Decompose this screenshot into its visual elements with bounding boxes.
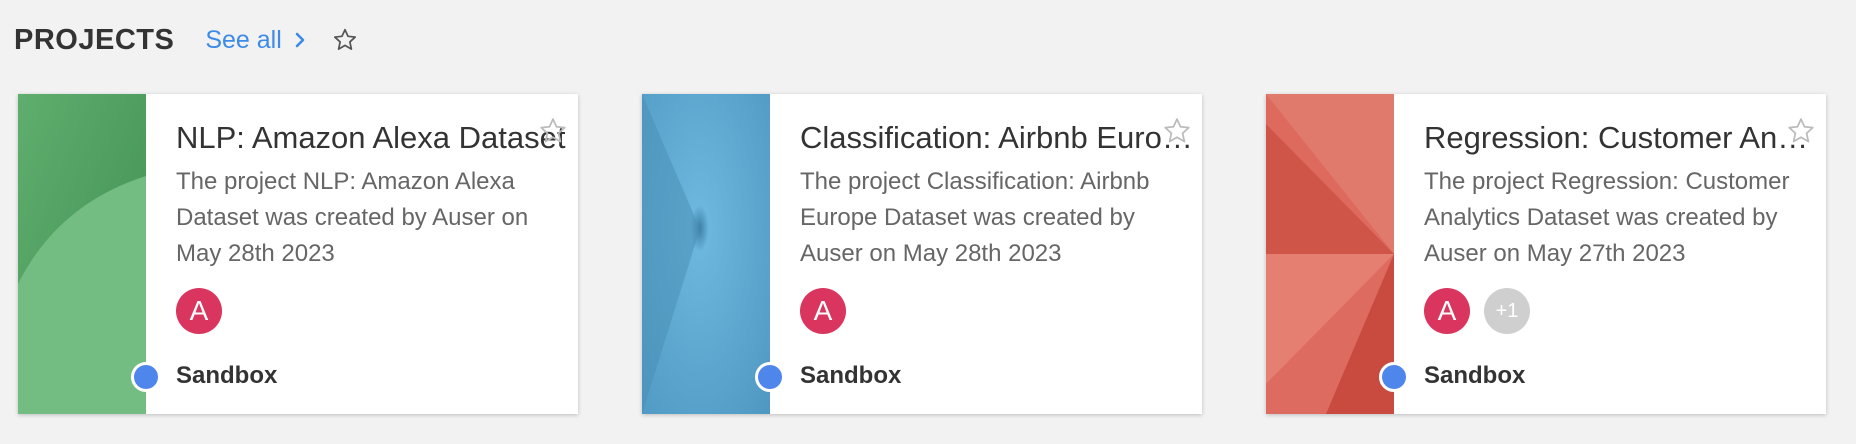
projects-header: PROJECTS See all bbox=[14, 18, 358, 62]
project-title[interactable]: NLP: Amazon Alexa Dataset bbox=[176, 116, 571, 160]
star-outline-icon[interactable] bbox=[1162, 116, 1192, 151]
project-card[interactable]: NLP: Amazon Alexa Dataset The project NL… bbox=[18, 94, 578, 414]
star-outline-icon[interactable] bbox=[538, 116, 568, 151]
environment-label: Sandbox bbox=[800, 362, 902, 389]
extra-members-badge[interactable]: +1 bbox=[1484, 288, 1530, 334]
status-dot bbox=[131, 362, 161, 392]
project-description: The project Regression: Customer Analyti… bbox=[1424, 168, 1790, 267]
avatar[interactable]: A bbox=[1424, 288, 1470, 334]
project-card[interactable]: Classification: Airbnb Europe Dataset Th… bbox=[642, 94, 1202, 414]
environment-label: Sandbox bbox=[176, 362, 278, 389]
project-title[interactable]: Classification: Airbnb Europe Dataset bbox=[800, 116, 1195, 160]
project-thumbnail bbox=[642, 94, 770, 414]
member-list: A bbox=[800, 288, 846, 334]
project-thumbnail bbox=[18, 94, 146, 414]
member-list: A bbox=[176, 288, 222, 334]
project-card[interactable]: Regression: Customer Analytics Dataset T… bbox=[1266, 94, 1826, 414]
status-dot bbox=[755, 362, 785, 392]
environment-label: Sandbox bbox=[1424, 362, 1526, 389]
project-description: The project NLP: Amazon Alexa Dataset wa… bbox=[176, 168, 529, 267]
see-all-label: See all bbox=[205, 25, 282, 54]
member-list: A +1 bbox=[1424, 288, 1530, 334]
section-title: PROJECTS bbox=[14, 23, 175, 56]
star-outline-icon[interactable] bbox=[1786, 116, 1816, 151]
avatar[interactable]: A bbox=[800, 288, 846, 334]
project-title[interactable]: Regression: Customer Analytics Dataset bbox=[1424, 116, 1819, 160]
see-all-link[interactable]: See all bbox=[205, 26, 305, 55]
chevron-right-icon bbox=[294, 31, 306, 49]
star-outline-icon[interactable] bbox=[332, 27, 358, 53]
avatar[interactable]: A bbox=[176, 288, 222, 334]
project-description: The project Classification: Airbnb Europ… bbox=[800, 168, 1150, 267]
status-dot bbox=[1379, 362, 1409, 392]
project-thumbnail bbox=[1266, 94, 1394, 414]
